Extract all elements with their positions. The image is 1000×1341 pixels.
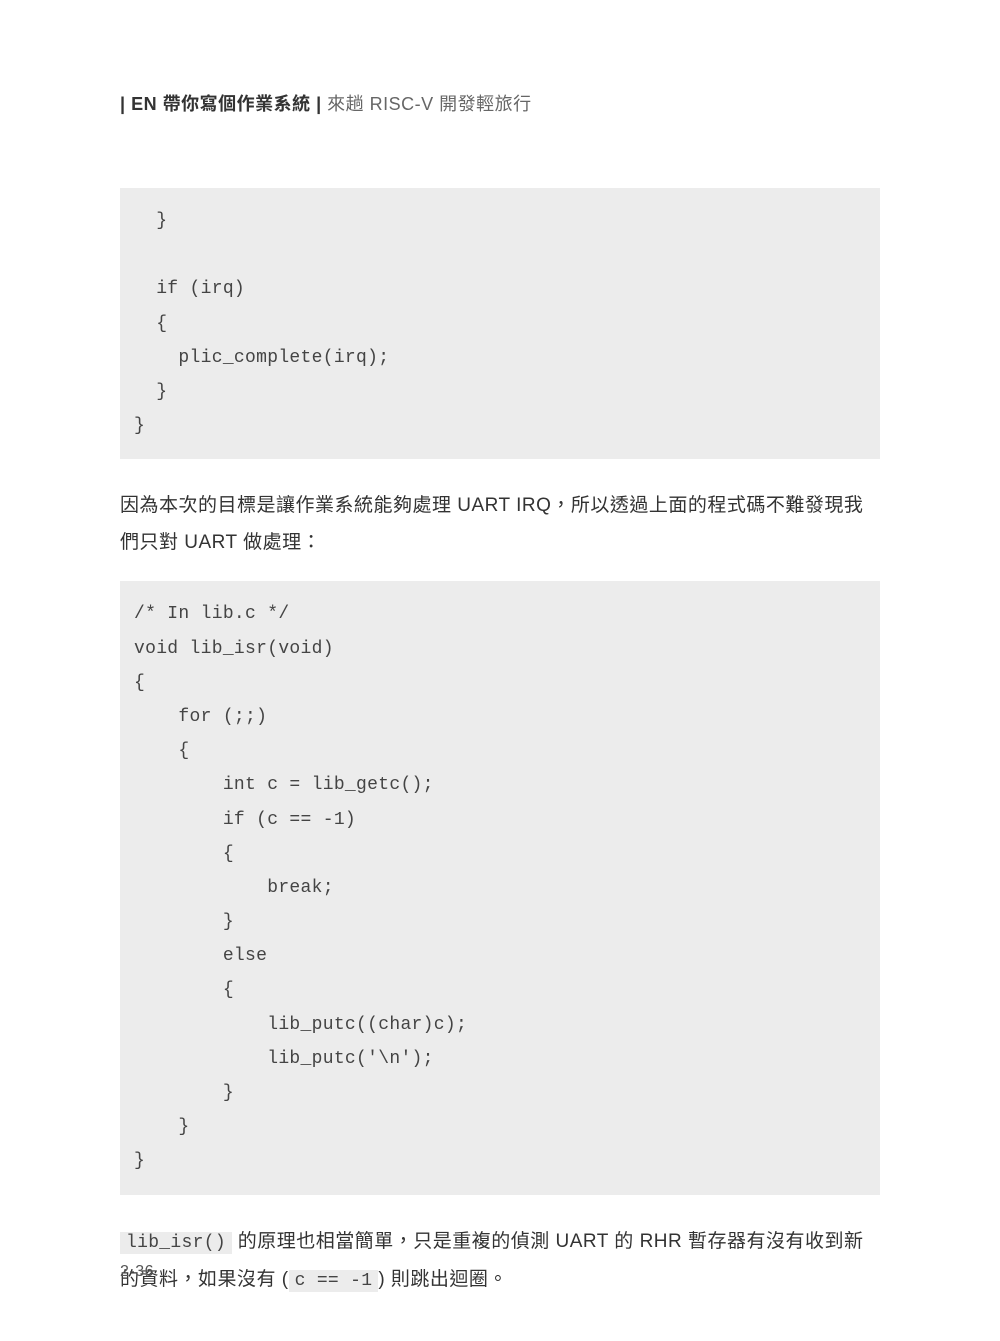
paragraph-1: 因為本次的目標是讓作業系統能夠處理 UART IRQ，所以透過上面的程式碼不難發… xyxy=(120,487,880,561)
code-block-1: } if (irq) { plic_complete(irq); } } xyxy=(120,188,880,459)
header-bar-right: | xyxy=(316,94,322,114)
page-header: | EN 帶你寫個作業系統 | 來趟 RISC-V 開發輕旅行 xyxy=(120,90,880,116)
header-subtitle: 來趟 RISC-V 開發輕旅行 xyxy=(327,94,532,114)
header-title-bold: EN 帶你寫個作業系統 xyxy=(131,94,311,114)
para2-text-2: ) 則跳出迴圈。 xyxy=(378,1269,508,1290)
inline-code-lib-isr: lib_isr() xyxy=(120,1232,232,1254)
inline-code-c-eq: c == -1 xyxy=(289,1270,379,1292)
header-bar-left: | xyxy=(120,94,126,114)
code-block-2: /* In lib.c */ void lib_isr(void) { for … xyxy=(120,581,880,1194)
paragraph-2: lib_isr() 的原理也相當簡單，只是重複的偵測 UART 的 RHR 暫存… xyxy=(120,1223,880,1299)
page-number: 2-36 xyxy=(120,1263,154,1281)
